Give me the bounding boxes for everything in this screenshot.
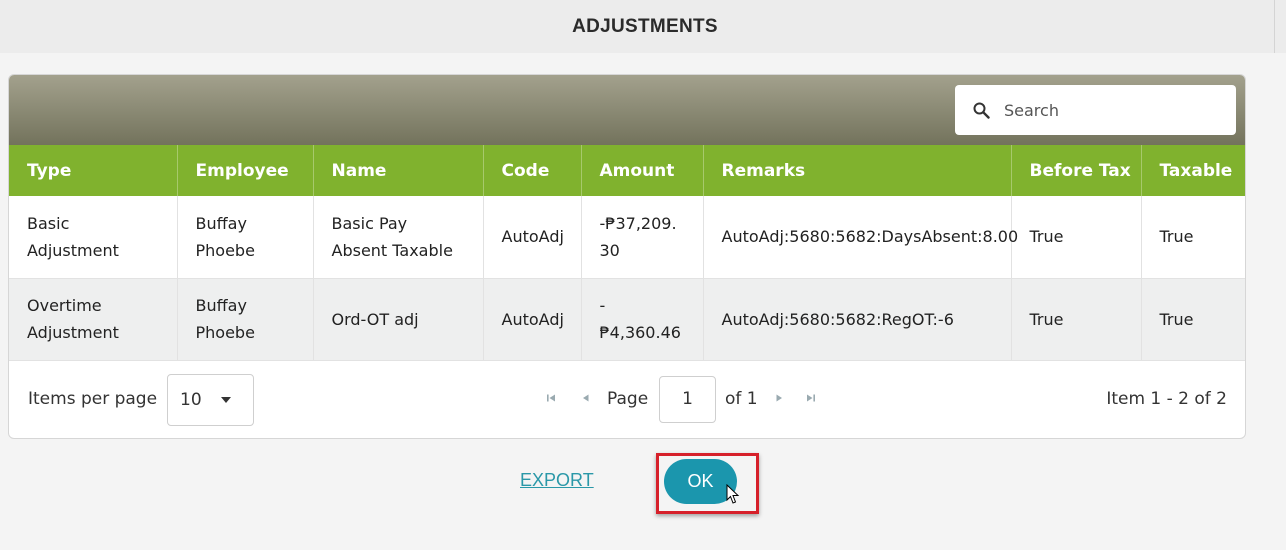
items-per-page-select[interactable]: 10 (167, 373, 254, 426)
pager: Items per page 10 Page of 1 Item 1 - 2 o… (9, 361, 1245, 439)
column-header-taxable[interactable]: Taxable (1141, 145, 1245, 196)
cell-employee: Buffay Phoebe (177, 196, 314, 279)
adjustments-table: Type Employee Name Code Amount Remarks B… (9, 145, 1245, 361)
search-input[interactable] (1004, 100, 1224, 120)
cell-type: Basic Adjustment (9, 196, 178, 279)
table-row[interactable]: Overtime Adjustment Buffay Phoebe Ord-OT… (9, 278, 1245, 361)
last-page-icon[interactable] (805, 392, 817, 404)
column-header-employee[interactable]: Employee (177, 145, 314, 196)
mouse-cursor-icon (726, 484, 740, 504)
items-per-page-value: 10 (180, 389, 202, 410)
table-header-row: Type Employee Name Code Amount Remarks B… (9, 145, 1245, 196)
first-page-icon[interactable] (545, 392, 557, 404)
grid-toolbar (9, 75, 1245, 145)
cell-code: AutoAdj (483, 278, 582, 361)
cell-type: Overtime Adjustment (9, 278, 178, 361)
scrollbar-edge (1274, 0, 1286, 53)
cell-remarks: AutoAdj:5680:5682:RegOT:-6 (703, 278, 1012, 361)
cell-employee: Buffay Phoebe (177, 278, 314, 361)
page-count-label: of 1 (725, 388, 758, 409)
prev-page-icon[interactable] (580, 392, 592, 404)
items-per-page-label: Items per page (28, 388, 158, 409)
column-header-code[interactable]: Code (483, 145, 582, 196)
cell-amount: -₱37,209.30 (581, 196, 704, 279)
export-link[interactable]: EXPORT (520, 470, 594, 491)
page-label: Page (607, 388, 649, 409)
cell-before-tax: True (1011, 278, 1142, 361)
column-header-remarks[interactable]: Remarks (703, 145, 1012, 196)
item-range-info: Item 1 - 2 of 2 (1106, 388, 1227, 409)
cell-remarks: AutoAdj:5680:5682:DaysAbsent:8.00 (703, 196, 1018, 279)
cell-name: Ord-OT adj (313, 278, 484, 361)
table-row[interactable]: Basic Adjustment Buffay Phoebe Basic Pay… (9, 196, 1245, 279)
page-title: ADJUSTMENTS (572, 15, 718, 37)
next-page-icon[interactable] (773, 392, 785, 404)
column-header-amount[interactable]: Amount (581, 145, 704, 196)
cell-name: Basic Pay Absent Taxable (313, 196, 484, 279)
cell-taxable: True (1141, 278, 1245, 361)
search-icon (973, 102, 990, 119)
search-box[interactable] (955, 85, 1236, 135)
chevron-down-icon (221, 396, 231, 403)
column-header-name[interactable]: Name (313, 145, 484, 196)
cell-code: AutoAdj (483, 196, 582, 279)
column-header-type[interactable]: Type (9, 145, 178, 196)
adjustments-grid: Type Employee Name Code Amount Remarks B… (8, 74, 1246, 439)
dialog-title-bar: ADJUSTMENTS (0, 0, 1286, 53)
cell-taxable: True (1141, 196, 1245, 279)
cell-amount: -₱4,360.46 (581, 278, 704, 361)
page-number-input[interactable] (659, 375, 716, 423)
column-header-before-tax[interactable]: Before Tax (1011, 145, 1142, 196)
cell-before-tax: True (1011, 196, 1142, 279)
